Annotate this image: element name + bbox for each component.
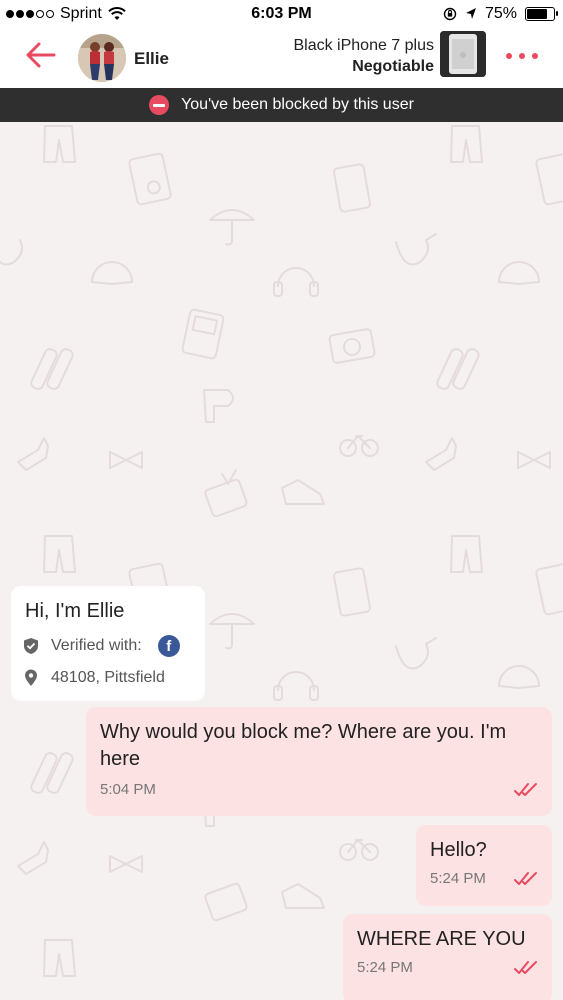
location-pin-icon xyxy=(25,669,37,686)
message-meta: 5:24 PM xyxy=(357,959,538,979)
message-bubble[interactable]: WHERE ARE YOU 5:24 PM xyxy=(343,914,552,1000)
chat-header: Ellie Black iPhone 7 plus Negotiable xyxy=(0,28,563,88)
verified-label: Verified with: xyxy=(51,637,142,654)
listing-title: Black iPhone 7 plus xyxy=(293,37,434,54)
avatar[interactable] xyxy=(78,34,126,82)
back-arrow-icon[interactable] xyxy=(24,38,58,72)
message-bubble[interactable]: Why would you block me? Where are you. I… xyxy=(86,707,552,816)
message-meta: 5:24 PM xyxy=(430,870,538,890)
message-text: Why would you block me? Where are you. I… xyxy=(100,721,507,770)
chat-area[interactable]: Hi, I'm Ellie Verified with: f 48108, Pi… xyxy=(0,122,563,1000)
listing-info[interactable]: Black iPhone 7 plus Negotiable xyxy=(293,35,434,77)
blocked-banner-text: You've been blocked by this user xyxy=(181,96,414,113)
message-bubble[interactable]: Hello? 5:24 PM xyxy=(416,825,552,906)
location-arrow-icon xyxy=(465,8,476,19)
status-right: 75% xyxy=(443,5,558,23)
listing-thumbnail[interactable] xyxy=(440,31,486,77)
message-text: WHERE ARE YOU xyxy=(357,928,526,950)
more-dots-icon[interactable] xyxy=(506,46,538,66)
double-check-icon xyxy=(514,872,537,885)
shield-check-icon xyxy=(24,638,38,654)
location-row: 48108, Pittsfield xyxy=(23,669,193,687)
chat-user-name[interactable]: Ellie xyxy=(134,49,169,69)
message-meta: 5:04 PM xyxy=(100,781,538,801)
verified-row: Verified with: f xyxy=(23,635,193,657)
no-entry-icon xyxy=(149,95,170,115)
double-check-icon xyxy=(514,961,537,974)
battery-icon xyxy=(525,7,558,21)
listing-price: Negotiable xyxy=(352,58,434,75)
blocked-banner: You've been blocked by this user xyxy=(0,88,563,122)
message-text: Hello? xyxy=(430,839,487,861)
orientation-lock-icon xyxy=(443,7,457,21)
message-time: 5:24 PM xyxy=(430,870,486,887)
battery-percent: 75% xyxy=(484,5,517,22)
message-time: 5:04 PM xyxy=(100,781,156,798)
battery-fill xyxy=(527,9,547,19)
message-time: 5:24 PM xyxy=(357,959,413,976)
double-check-icon xyxy=(514,783,537,796)
facebook-icon[interactable]: f xyxy=(157,635,180,657)
phone-product-image xyxy=(440,31,486,77)
profile-location: 48108, Pittsfield xyxy=(51,669,165,686)
profile-card[interactable]: Hi, I'm Ellie Verified with: f 48108, Pi… xyxy=(11,586,205,701)
profile-greeting: Hi, I'm Ellie xyxy=(25,600,125,622)
avatar-photo xyxy=(78,34,126,82)
status-bar: Sprint 6:03 PM 75% xyxy=(0,0,563,28)
